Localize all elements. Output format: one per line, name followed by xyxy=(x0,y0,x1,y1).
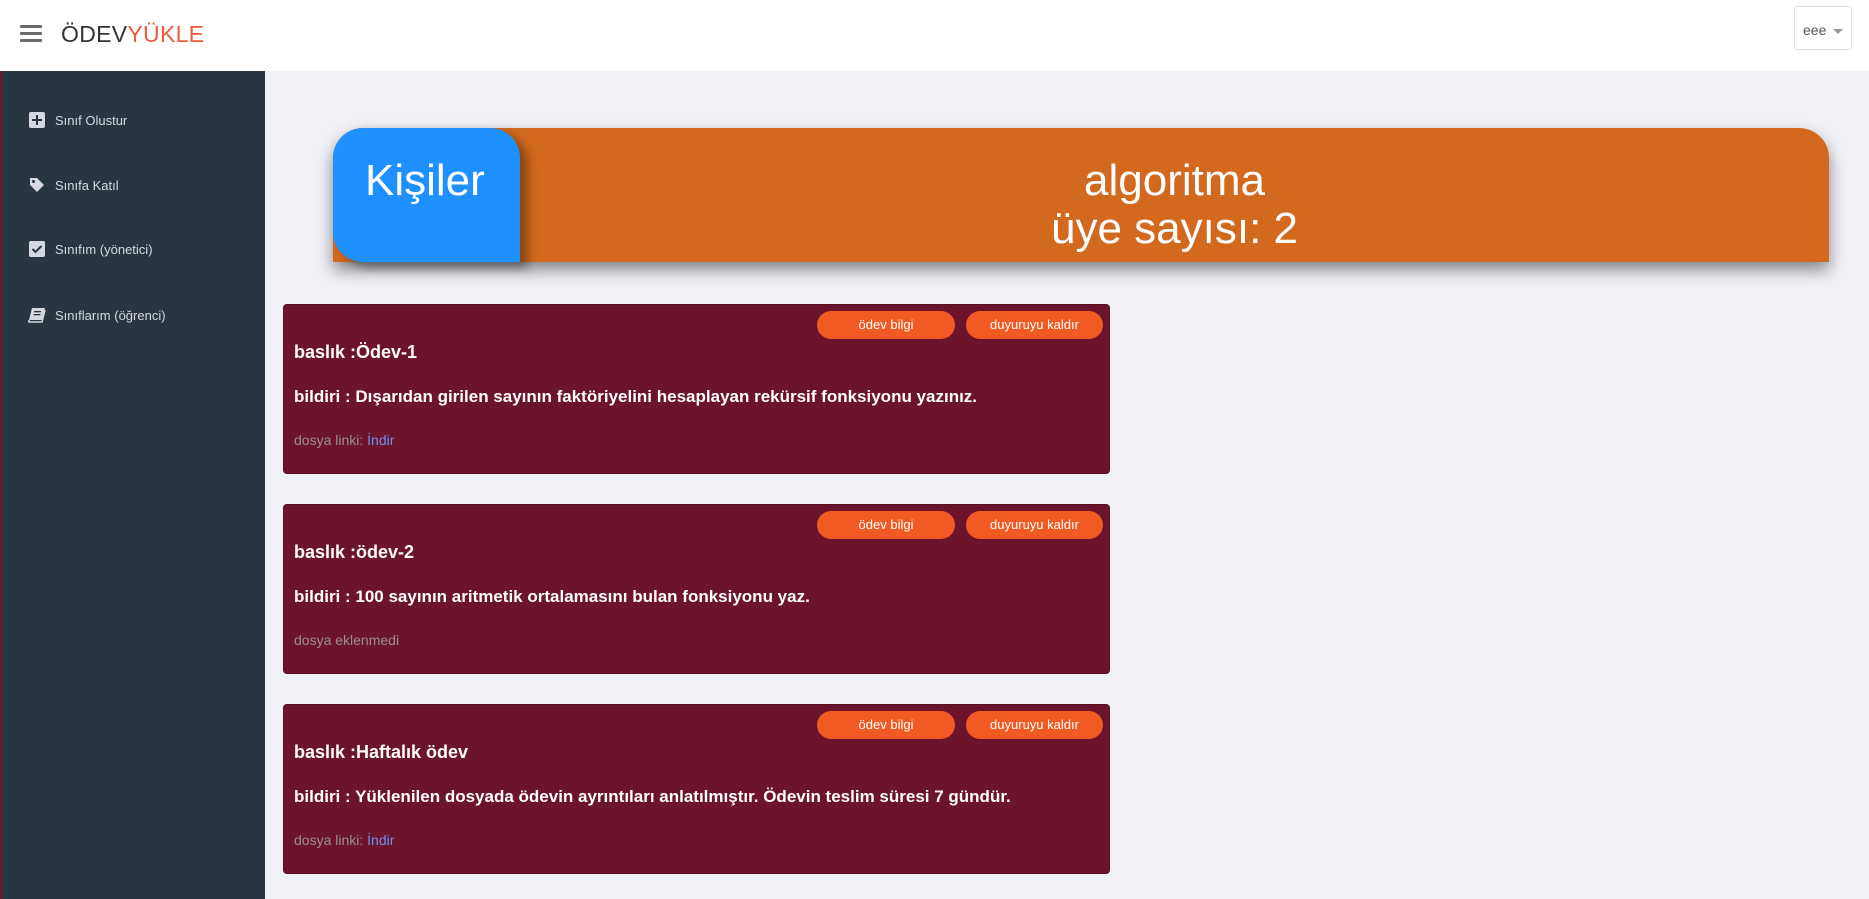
assignment-card: ödev bilgi duyuruyu kaldır baslık :Ödev-… xyxy=(283,304,1110,474)
book-icon xyxy=(28,306,46,324)
brand-text-part1: ÖDEV xyxy=(61,21,128,47)
sidebar-item-label: Sınıf Olustur xyxy=(55,112,128,128)
class-name: algoritma xyxy=(1084,156,1265,205)
assignment-card: ödev bilgi duyuruyu kaldır baslık :Hafta… xyxy=(283,704,1110,874)
check-square-icon xyxy=(28,240,46,258)
assignment-description: bildiri : Dışarıdan girilen sayının fakt… xyxy=(294,387,978,406)
assignment-info-button[interactable]: ödev bilgi xyxy=(817,711,955,739)
no-file-text: dosya eklenmedi xyxy=(294,632,400,648)
class-banner: Kişiler algoritma üye sayısı: 2 xyxy=(333,128,1829,262)
remove-announcement-button[interactable]: duyuruyu kaldır xyxy=(966,511,1103,539)
assignment-card: ödev bilgi duyuruyu kaldır baslık :ödev-… xyxy=(283,504,1110,674)
assignment-file: dosya eklenmedi xyxy=(294,632,399,648)
sidebar-item-label: Sınıfa Katıl xyxy=(55,177,119,193)
user-menu-dropdown[interactable]: eee xyxy=(1794,6,1852,50)
download-link[interactable]: İndir xyxy=(367,832,394,848)
brand-text-part2: YÜKLE xyxy=(127,21,205,47)
menu-toggle-icon[interactable] xyxy=(20,25,42,43)
sidebar-item-my-classes-student[interactable]: Sınıflarım (öğrenci) xyxy=(28,304,166,326)
assignment-info-button[interactable]: ödev bilgi xyxy=(817,311,955,339)
assignment-title: baslık :ödev-2 xyxy=(294,542,415,562)
sidebar-item-label: Sınıflarım (öğrenci) xyxy=(55,307,166,323)
sidebar: Sınıf Olustur Sınıfa Katıl Sınıfım (yöne… xyxy=(0,71,265,899)
people-tab[interactable]: Kişiler xyxy=(333,128,520,262)
sidebar-item-my-class-admin[interactable]: Sınıfım (yönetici) xyxy=(28,238,153,260)
assignment-file: dosya linki: İndir xyxy=(294,832,394,848)
remove-announcement-button[interactable]: duyuruyu kaldır xyxy=(966,311,1103,339)
file-label: dosya linki: xyxy=(294,832,368,848)
tag-icon xyxy=(28,176,46,194)
assignment-description: bildiri : 100 sayının aritmetik ortalama… xyxy=(294,587,810,606)
file-label: dosya linki: xyxy=(294,432,368,448)
remove-announcement-button[interactable]: duyuruyu kaldır xyxy=(966,711,1103,739)
sidebar-item-label: Sınıfım (yönetici) xyxy=(55,241,153,257)
assignment-description: bildiri : Yüklenilen dosyada ödevin ayrı… xyxy=(294,787,1011,806)
user-name: eee xyxy=(1803,22,1827,38)
assignment-title: baslık :Ödev-1 xyxy=(294,342,418,362)
assignment-file: dosya linki: İndir xyxy=(294,432,394,448)
plus-square-icon xyxy=(28,111,46,129)
sidebar-item-join-class[interactable]: Sınıfa Katıl xyxy=(28,174,119,196)
people-tab-label: Kişiler xyxy=(365,156,485,205)
assignment-title: baslık :Haftalık ödev xyxy=(294,742,469,762)
assignment-info-button[interactable]: ödev bilgi xyxy=(817,511,955,539)
brand-logo[interactable]: ÖDEVYÜKLE xyxy=(61,21,204,48)
caret-down-icon xyxy=(1833,29,1843,34)
top-navbar: ÖDEVYÜKLE eee xyxy=(0,0,1869,71)
member-count: üye sayısı: 2 xyxy=(1050,204,1298,253)
sidebar-item-create-class[interactable]: Sınıf Olustur xyxy=(28,109,127,131)
download-link[interactable]: İndir xyxy=(367,432,394,448)
